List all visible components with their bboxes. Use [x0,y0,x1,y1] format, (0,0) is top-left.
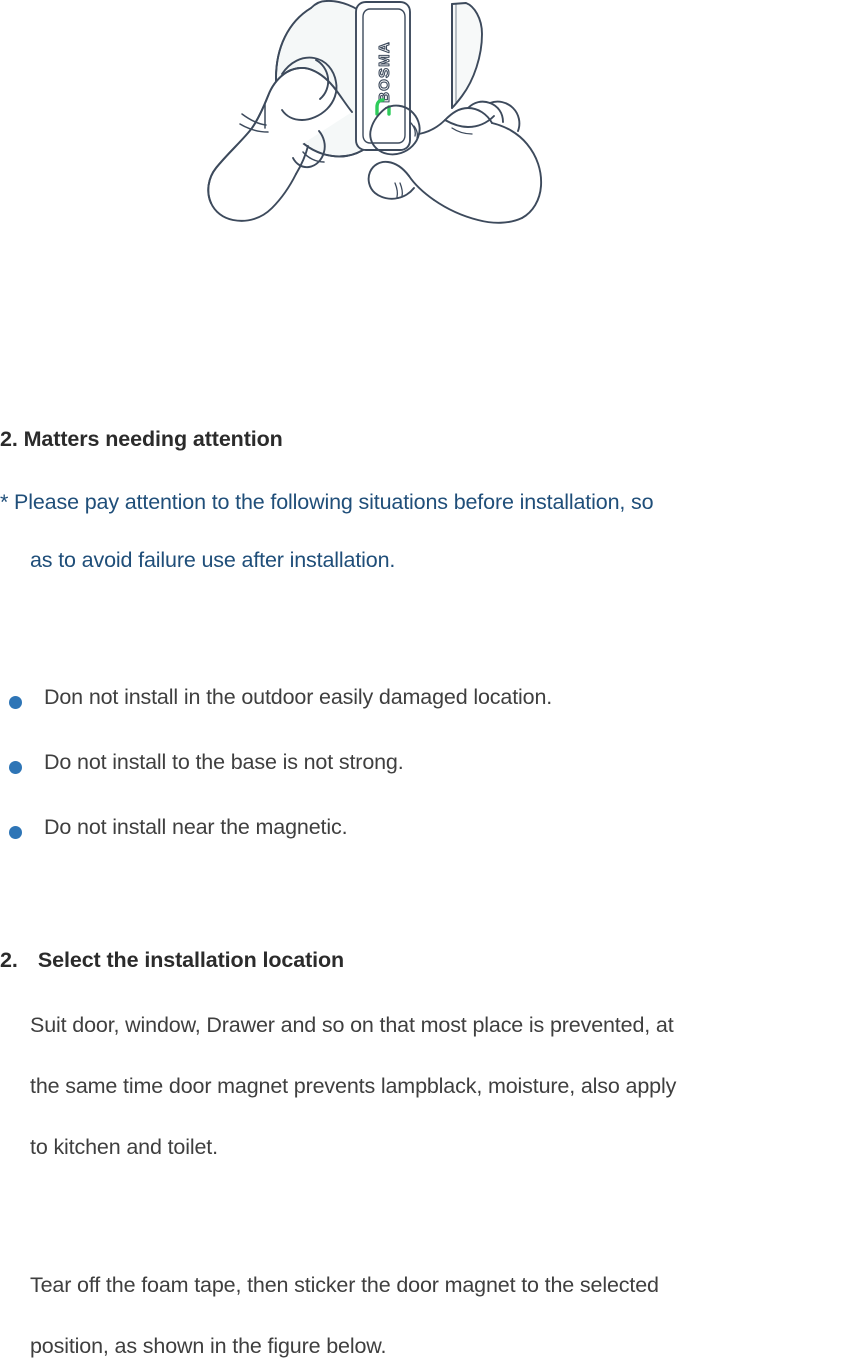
foam-tape-paragraph-line-2: position, as shown in the figure below. [30,1334,387,1358]
heading-matters-needing-attention: 2. Matters needing attention [0,427,850,452]
attention-note-line-1: * Please pay attention to the following … [0,490,654,514]
heading-number: 2. [0,427,18,451]
location-paragraph-line-1: Suit door, window, Drawer and so on that… [30,1013,674,1037]
bullet-label: Don not install in the outdoor easily da… [44,685,553,709]
location-paragraph-line-3: to kitchen and toilet. [30,1135,218,1159]
bullet-label: Do not install to the base is not strong… [44,750,404,774]
svg-text:BOSMA: BOSMA [376,41,393,103]
list-item: Don not install in the outdoor easily da… [0,685,850,719]
installation-illustration: BOSMA [0,0,850,245]
bosma-brand-text: BOSMA [375,41,393,104]
illustration-svg: BOSMA [207,0,543,224]
foam-tape-paragraph-line-1: Tear off the foam tape, then sticker the… [30,1273,659,1297]
heading-label: Matters needing attention [23,427,283,451]
heading-label: Select the installation location [37,948,345,972]
list-item: Do not install to the base is not strong… [0,750,850,784]
list-item: Do not install near the magnetic. [0,815,850,849]
magnet-piece-shape [451,2,483,109]
bullet-dot-icon [9,826,22,839]
bullet-dot-icon [9,696,22,709]
location-paragraph-line-2: the same time door magnet prevents lampb… [30,1074,677,1098]
heading-select-installation-location: 2. Select the installation location [0,948,850,973]
attention-note-line-2: as to avoid failure use after installati… [30,548,396,572]
bullet-label: Do not install near the magnetic. [44,815,348,839]
bullet-dot-icon [9,761,22,774]
heading-number: 2. [0,948,18,972]
